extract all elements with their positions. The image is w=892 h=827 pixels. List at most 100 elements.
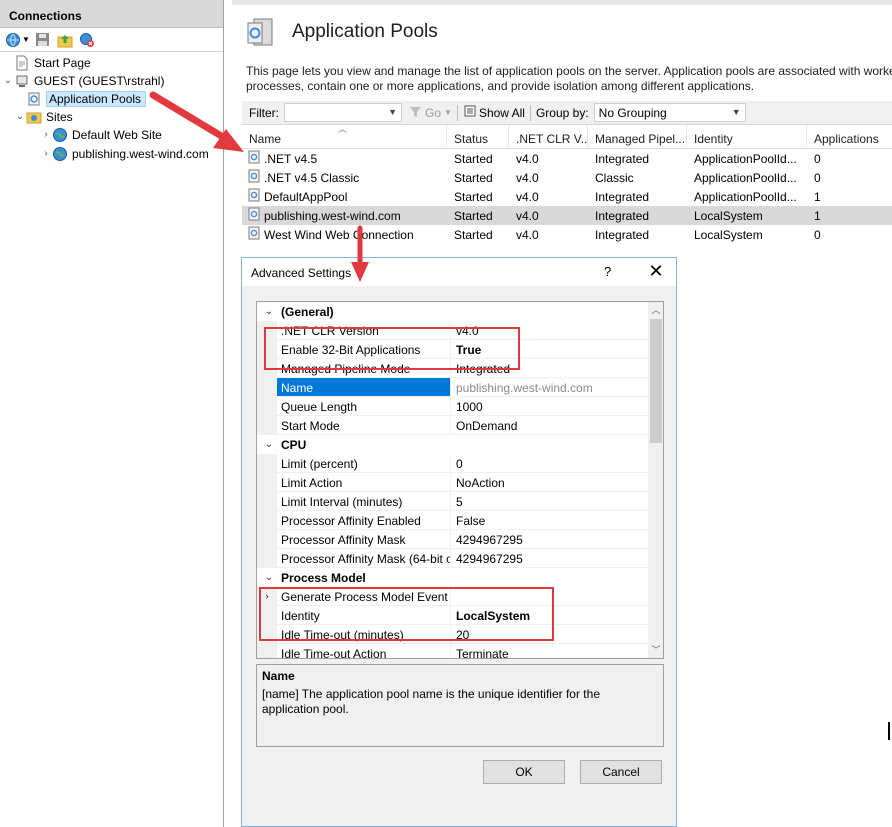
property-row[interactable]: Start Mode OnDemand	[257, 416, 648, 435]
property-category-cpu[interactable]: ⌄ CPU	[257, 435, 648, 454]
group-by-select[interactable]: No Grouping ▼	[593, 103, 746, 122]
up-folder-icon[interactable]	[56, 31, 74, 49]
cell-text: 1	[814, 208, 821, 223]
table-row[interactable]: .NET v4.5 Started v4.0 Integrated Applicatio…	[242, 149, 892, 168]
scroll-down-icon[interactable]: ﹀	[648, 642, 663, 658]
table-row[interactable]: publishing.west-wind.com Started v4.0 Integ…	[242, 206, 892, 225]
tree-node-default-web-site[interactable]: › Default Web Site	[40, 125, 162, 144]
column-header-pipeline[interactable]: Managed Pipel...	[588, 125, 687, 149]
property-name: Queue Length	[277, 397, 451, 416]
column-header-label: Applications	[814, 132, 879, 146]
column-header-identity[interactable]: Identity	[687, 125, 807, 149]
property-row[interactable]: Limit (percent) 0	[257, 454, 648, 473]
property-row[interactable]: Processor Affinity Mask (64-bit option)4…	[257, 549, 648, 568]
table-row[interactable]: DefaultAppPool Started v4.0 Integrated Appli…	[242, 187, 892, 206]
server-icon	[14, 73, 30, 89]
column-header-applications[interactable]: Applications	[807, 125, 892, 149]
property-row[interactable]: Idle Time-out Action Terminate	[257, 644, 648, 658]
column-header-label: Name	[249, 132, 282, 146]
property-value[interactable]: 1000	[451, 397, 648, 416]
app-pool-icon	[247, 150, 261, 167]
property-gutter	[257, 454, 277, 473]
connections-panel: Connections ▼ Start Page ⌄ GUEST (GUEST\…	[0, 0, 224, 827]
help-button[interactable]: ?	[604, 264, 611, 279]
app-pool-icon	[247, 188, 261, 205]
go-button[interactable]: Go ▼	[409, 105, 452, 121]
chevron-down-icon[interactable]: ⌄	[257, 439, 281, 450]
scrollbar-thumb[interactable]	[650, 319, 662, 443]
table-cell-pipeline: Integrated	[588, 228, 687, 242]
table-cell-status: Started	[447, 228, 509, 242]
column-header-status[interactable]: Status	[447, 125, 509, 149]
property-row[interactable]: Name publishing.west-wind.com	[257, 378, 648, 397]
property-name: Idle Time-out Action	[277, 644, 451, 658]
column-header-name[interactable]: Name ︿	[242, 125, 447, 149]
tree-node-server[interactable]: ⌄ GUEST (GUEST\rstrahl)	[2, 71, 165, 90]
chevron-down-icon[interactable]: ⌄	[2, 75, 14, 86]
property-value[interactable]: publishing.west-wind.com	[451, 378, 648, 397]
separator	[529, 104, 531, 121]
property-value[interactable]: 0	[451, 454, 648, 473]
disconnect-icon[interactable]	[78, 31, 96, 49]
chevron-down-icon[interactable]: ▼	[22, 35, 30, 44]
filter-input[interactable]: ▼	[284, 103, 402, 122]
property-row[interactable]: Limit Action NoAction	[257, 473, 648, 492]
property-value[interactable]: NoAction	[451, 473, 648, 492]
show-all-icon	[463, 104, 477, 121]
dialog-titlebar: Advanced Settings ? ✕	[242, 258, 676, 286]
property-value[interactable]: OnDemand	[451, 416, 648, 435]
cell-text: v4.0	[516, 170, 539, 185]
property-name: Processor Affinity Mask (64-bit option)	[277, 549, 451, 568]
property-category-general[interactable]: ⌄ (General)	[257, 302, 648, 321]
column-header-label: Status	[454, 132, 489, 146]
property-row[interactable]: Limit Interval (minutes) 5	[257, 492, 648, 511]
property-name: Limit Action	[277, 473, 451, 492]
chevron-right-icon[interactable]: ›	[40, 129, 52, 140]
property-row[interactable]: Processor Affinity Enabled False	[257, 511, 648, 530]
property-category-process-model[interactable]: ⌄ Process Model	[257, 568, 648, 587]
property-value[interactable]: 4294967295	[451, 549, 648, 568]
description-title: Name	[262, 669, 295, 683]
property-row[interactable]: Queue Length 1000	[257, 397, 648, 416]
app-pool-icon	[247, 207, 261, 224]
column-header-clr[interactable]: .NET CLR V...	[509, 125, 588, 149]
table-cell-name: publishing.west-wind.com	[242, 207, 447, 224]
property-gutter	[257, 397, 277, 416]
cell-text: Started	[454, 227, 493, 242]
property-value[interactable]: False	[451, 511, 648, 530]
cancel-button[interactable]: Cancel	[580, 760, 662, 784]
show-all-button[interactable]: Show All	[463, 104, 525, 121]
cell-text: 1	[814, 189, 821, 204]
table-row[interactable]: .NET v4.5 Classic Started v4.0 Classic Appli…	[242, 168, 892, 187]
chevron-down-icon[interactable]: ⌄	[257, 306, 281, 317]
filter-label: Filter:	[249, 105, 279, 120]
property-value[interactable]: Terminate	[451, 644, 648, 658]
tree-node-sites[interactable]: ⌄ Sites	[14, 107, 73, 126]
tree-node-application-pools[interactable]: Application Pools	[26, 89, 147, 108]
table-cell-pipeline: Integrated	[588, 190, 687, 204]
close-button[interactable]: ✕	[644, 261, 668, 282]
app-pools-title-icon	[242, 15, 276, 52]
tree-node-publishing-site[interactable]: › publishing.west-wind.com	[40, 144, 209, 163]
top-border	[232, 0, 892, 5]
tree-node-start-page[interactable]: Start Page	[2, 53, 91, 72]
property-gutter	[257, 511, 277, 530]
table-cell-status: Started	[447, 190, 509, 204]
property-value[interactable]: 4294967295	[451, 530, 648, 549]
property-value[interactable]: 5	[451, 492, 648, 511]
tree-label: Sites	[46, 109, 73, 124]
connect-globe-icon[interactable]	[4, 31, 22, 49]
save-icon[interactable]	[34, 31, 52, 49]
chevron-down-icon[interactable]: ⌄	[257, 572, 281, 583]
property-grid-scrollbar[interactable]: ︿ ﹀	[648, 302, 663, 658]
ok-button[interactable]: OK	[483, 760, 565, 784]
property-row[interactable]: Processor Affinity Mask 4294967295	[257, 530, 648, 549]
table-cell-clr: v4.0	[509, 171, 588, 185]
cell-text: 0	[814, 227, 821, 242]
chevron-down-icon[interactable]: ⌄	[14, 111, 26, 122]
table-row[interactable]: West Wind Web Connection Started v4.0 Integ…	[242, 225, 892, 244]
scroll-up-icon[interactable]: ︿	[648, 302, 663, 318]
chevron-right-icon[interactable]: ›	[40, 148, 52, 159]
table-cell-name: .NET v4.5 Classic	[242, 169, 447, 186]
tree-label: publishing.west-wind.com	[72, 146, 209, 161]
